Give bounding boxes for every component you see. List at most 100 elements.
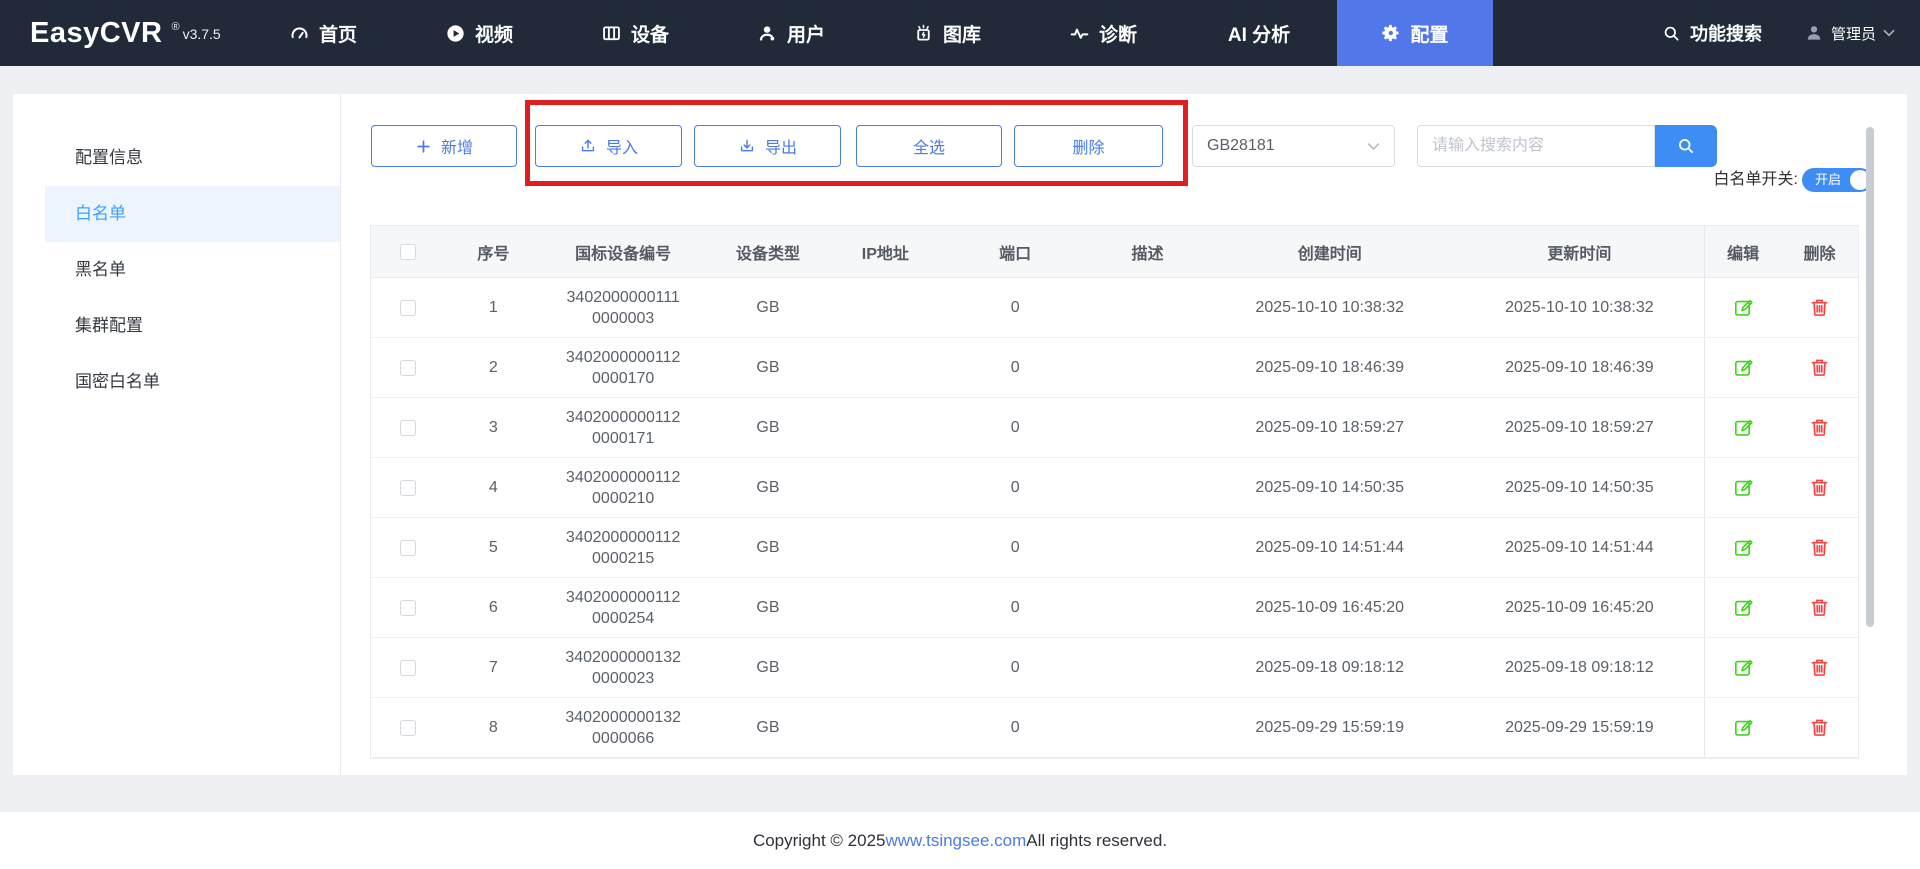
device-id-line1: 3402000000112 <box>565 528 681 546</box>
edit-icon[interactable] <box>1704 278 1781 337</box>
select-all-checkbox[interactable] <box>400 243 417 260</box>
delete-icon[interactable] <box>1781 398 1858 457</box>
nav-item-user[interactable]: 用户 <box>713 0 869 66</box>
device-ip <box>830 278 940 337</box>
row-index: 7 <box>488 658 498 676</box>
row-checkbox[interactable] <box>400 659 417 676</box>
delete-icon[interactable] <box>1781 578 1858 637</box>
whitelist-toggle[interactable]: 开启 <box>1802 168 1872 192</box>
device-ip <box>830 578 940 637</box>
add-button-label: 新增 <box>440 140 473 157</box>
row-index: 1 <box>488 298 498 316</box>
delete-icon[interactable] <box>1781 338 1858 397</box>
add-button[interactable]: 新增 <box>371 125 517 167</box>
updated-time: 2025-09-10 14:51:44 <box>1505 538 1654 556</box>
updated-time: 2025-09-10 18:59:27 <box>1505 418 1654 436</box>
sidebar-item-gm-whitelist[interactable]: 国密白名单 <box>45 354 340 410</box>
protocol-select[interactable]: GB28181 <box>1192 125 1395 167</box>
nav-item-device[interactable]: 设备 <box>557 0 713 66</box>
footer-link[interactable]: www.tsingsee.com <box>885 831 1026 851</box>
import-button[interactable]: 导入 <box>535 125 682 167</box>
row-checkbox[interactable] <box>400 539 417 556</box>
nav-item-gallery[interactable]: 图库 <box>869 0 1025 66</box>
delete-icon[interactable] <box>1781 278 1858 337</box>
checkbox-cell <box>371 638 446 697</box>
app-version: v3.7.5 <box>182 26 221 42</box>
device-type: GB <box>756 658 780 676</box>
device-id-line1: 3402000000132 <box>565 648 682 666</box>
table-row: 1 3402000000111 0000003 GB 0 2025-10-10 1… <box>371 278 1858 338</box>
device-type: GB <box>756 478 780 496</box>
row-checkbox[interactable] <box>400 299 417 316</box>
updated-time: 2025-09-29 15:59:19 <box>1505 718 1654 736</box>
download-icon <box>738 137 756 155</box>
search-input[interactable] <box>1417 125 1655 167</box>
search-icon <box>1662 24 1681 43</box>
row-checkbox[interactable] <box>400 599 417 616</box>
header-delete: 删除 <box>1803 245 1836 263</box>
nav-label: 配置 <box>1410 24 1449 46</box>
device-desc <box>1090 578 1205 637</box>
delete-button[interactable]: 删除 <box>1014 125 1163 167</box>
device-type: GB <box>756 538 780 556</box>
device-port: 0 <box>1010 718 1020 736</box>
nav-item-home[interactable]: 首页 <box>245 0 401 66</box>
sidebar-item-cluster-config[interactable]: 集群配置 <box>45 298 340 354</box>
device-id-line2: 0000066 <box>592 729 655 747</box>
nav-item-config[interactable]: 配置 <box>1337 0 1493 66</box>
device-id: 3402000000112 0000210 <box>541 458 706 517</box>
edit-icon[interactable] <box>1704 338 1781 397</box>
device-port: 0 <box>1010 418 1020 436</box>
header-port: 端口 <box>999 245 1032 263</box>
sidebar-item-blacklist[interactable]: 黑名单 <box>45 242 340 298</box>
device-id: 3402000000112 0000171 <box>541 398 706 457</box>
device-desc <box>1090 338 1205 397</box>
top-navbar: EasyCVR ® v3.7.5 首页 视频 设备 用户 图库 诊断 AI 分析… <box>0 0 1920 66</box>
delete-icon[interactable] <box>1781 638 1858 697</box>
updated-time: 2025-09-10 18:46:39 <box>1505 358 1654 376</box>
device-id-line1: 3402000000132 <box>565 708 682 726</box>
export-button[interactable]: 导出 <box>694 125 841 167</box>
function-search[interactable]: 功能搜索 <box>1662 20 1762 46</box>
vertical-scrollbar[interactable] <box>1866 127 1874 627</box>
header-edit: 编辑 <box>1704 226 1781 277</box>
row-checkbox[interactable] <box>400 719 417 736</box>
row-checkbox[interactable] <box>400 419 417 436</box>
delete-icon[interactable] <box>1781 698 1858 757</box>
search-button[interactable] <box>1655 125 1717 167</box>
nav-item-diagnosis[interactable]: 诊断 <box>1025 0 1181 66</box>
header-ip: IP地址 <box>861 245 909 263</box>
edit-icon[interactable] <box>1704 698 1781 757</box>
row-index: 8 <box>488 718 498 736</box>
created-time: 2025-09-10 18:59:27 <box>1255 418 1404 436</box>
edit-icon[interactable] <box>1704 518 1781 577</box>
delete-icon[interactable] <box>1781 458 1858 517</box>
edit-icon[interactable] <box>1704 578 1781 637</box>
user-menu[interactable]: 管理员 <box>1804 23 1895 44</box>
device-desc <box>1090 638 1205 697</box>
row-checkbox[interactable] <box>400 479 417 496</box>
copyright-suffix: All rights reserved. <box>1026 830 1168 850</box>
import-button-label: 导入 <box>605 140 638 157</box>
device-desc <box>1090 698 1205 757</box>
device-wall-icon <box>601 23 622 44</box>
nav-item-ai-analysis[interactable]: AI 分析 <box>1181 0 1337 66</box>
nav-item-video[interactable]: 视频 <box>401 0 557 66</box>
device-port: 0 <box>1010 598 1020 616</box>
device-id-line2: 0000254 <box>592 609 655 627</box>
sidebar-item-config-info[interactable]: 配置信息 <box>45 130 340 186</box>
content-card: 配置信息 白名单 黑名单 集群配置 国密白名单 新增 导入 导出 全选 删除 G… <box>13 94 1907 775</box>
created-time: 2025-10-10 10:38:32 <box>1255 298 1404 316</box>
sidebar-item-whitelist[interactable]: 白名单 <box>45 186 340 242</box>
table-row: 5 3402000000112 0000215 GB 0 2025-09-10 1… <box>371 518 1858 578</box>
select-all-button[interactable]: 全选 <box>856 125 1002 167</box>
edit-icon[interactable] <box>1704 458 1781 517</box>
edit-icon[interactable] <box>1704 638 1781 697</box>
delete-icon[interactable] <box>1781 518 1858 577</box>
edit-icon[interactable] <box>1704 398 1781 457</box>
device-id-line2: 0000170 <box>592 369 655 387</box>
gallery-icon <box>913 23 934 44</box>
nav-label: 诊断 <box>1098 24 1137 46</box>
row-checkbox[interactable] <box>400 359 417 376</box>
copyright-prefix: Copyright © 2025 <box>752 830 886 850</box>
